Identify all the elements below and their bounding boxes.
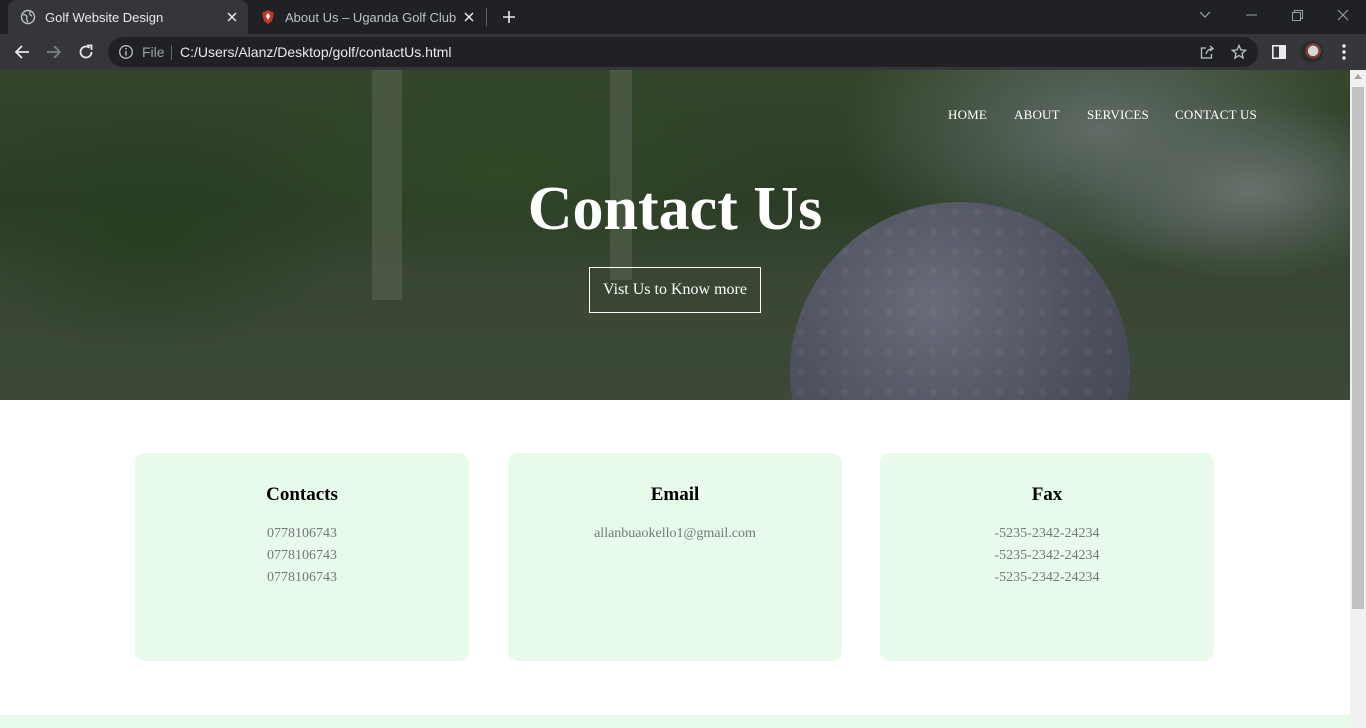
phone-number: 0778106743 — [267, 570, 337, 585]
club-crest-icon — [260, 9, 276, 25]
url-text[interactable]: C:/Users/Alanz/Desktop/golf/contactUs.ht… — [180, 44, 452, 60]
fax-number: -5235-2342-24234 — [994, 548, 1100, 563]
main-nav: HOME ABOUT SERVICES CONTACT US — [0, 107, 1350, 125]
address-bar[interactable]: File C:/Users/Alanz/Desktop/golf/contact… — [108, 37, 1258, 67]
more-menu-icon[interactable] — [1333, 41, 1355, 63]
chevron-down-icon[interactable] — [1182, 0, 1228, 30]
hero-banner: HOME ABOUT SERVICES CONTACT US Contact U… — [0, 70, 1350, 400]
fax-number: -5235-2342-24234 — [994, 570, 1100, 585]
close-icon[interactable] — [459, 7, 479, 27]
new-tab-icon[interactable] — [498, 6, 520, 28]
close-icon[interactable] — [222, 7, 242, 27]
nav-services[interactable]: SERVICES — [1087, 107, 1149, 123]
tab-separator — [486, 8, 487, 26]
nav-contact-us[interactable]: CONTACT US — [1175, 107, 1257, 123]
card-title: Contacts — [266, 484, 338, 505]
side-panel-icon[interactable] — [1268, 41, 1290, 63]
tab-title: About Us – Uganda Golf Club — [285, 9, 457, 25]
phone-number: 0778106743 — [267, 526, 337, 541]
scroll-thumb[interactable] — [1352, 87, 1364, 609]
phone-number: 0778106743 — [267, 548, 337, 563]
window-close-icon[interactable] — [1320, 0, 1366, 30]
email-card: Email allanbuaokello1@gmail.com — [508, 453, 842, 661]
scheme-label: File — [142, 44, 165, 60]
tab-title: Golf Website Design — [45, 9, 164, 25]
fax-card: Fax -5235-2342-24234 -5235-2342-24234 -5… — [880, 453, 1214, 661]
minimize-icon[interactable] — [1228, 0, 1274, 30]
card-lines: 0778106743 0778106743 0778106743 — [135, 523, 469, 589]
reload-icon[interactable] — [72, 38, 100, 66]
globe-icon — [20, 9, 36, 25]
address-separator — [171, 45, 172, 60]
fax-number: -5235-2342-24234 — [994, 526, 1100, 541]
scroll-up-arrow[interactable] — [1354, 74, 1362, 79]
restore-icon[interactable] — [1274, 0, 1320, 30]
share-icon[interactable] — [1198, 43, 1216, 61]
forward-icon[interactable] — [40, 38, 68, 66]
back-icon[interactable] — [8, 38, 36, 66]
page-scrollbar[interactable] — [1350, 70, 1366, 728]
footer-section-edge — [0, 715, 1350, 728]
contacts-card: Contacts 0778106743 0778106743 077810674… — [135, 453, 469, 661]
star-icon[interactable] — [1230, 43, 1248, 61]
email-address: allanbuaokello1@gmail.com — [594, 526, 756, 541]
page-viewport: HOME ABOUT SERVICES CONTACT US Contact U… — [0, 70, 1350, 728]
info-icon[interactable] — [118, 44, 134, 60]
visit-us-button[interactable]: Vist Us to Know more — [589, 267, 761, 313]
profile-avatar[interactable] — [1301, 41, 1323, 63]
card-title: Fax — [1031, 484, 1063, 505]
tab-about-us[interactable]: About Us – Uganda Golf Club — [250, 0, 485, 34]
tab-strip: Golf Website Design About Us – Uganda Go… — [0, 0, 1366, 34]
nav-home[interactable]: HOME — [948, 107, 987, 123]
card-lines: allanbuaokello1@gmail.com — [508, 523, 842, 545]
browser-toolbar: File C:/Users/Alanz/Desktop/golf/contact… — [0, 34, 1366, 70]
tab-golf-website-design[interactable]: Golf Website Design — [8, 0, 248, 34]
card-lines: -5235-2342-24234 -5235-2342-24234 -5235-… — [880, 523, 1214, 589]
card-title: Email — [650, 484, 700, 505]
page-title: Contact Us — [527, 175, 823, 243]
nav-about[interactable]: ABOUT — [1014, 107, 1060, 123]
